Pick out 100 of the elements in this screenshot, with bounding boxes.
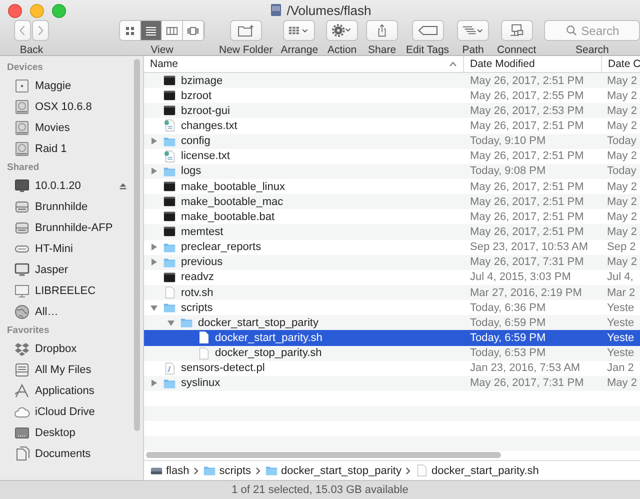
sidebar-item[interactable]: Brunnhilde-AFP	[0, 217, 143, 238]
file-row[interactable]: logs Today, 9:08 PM Today	[144, 164, 640, 179]
search-icon	[566, 25, 578, 36]
column-header[interactable]: Date C	[602, 56, 640, 72]
table-cell-text: May 2	[606, 150, 638, 162]
file-row[interactable]: make_bootable_mac May 26, 2017, 2:51 PM May 2	[144, 194, 640, 210]
file-row[interactable]: sensors-detect.pl Jan 23, 2016, 7:53 AM Jan 2	[144, 360, 640, 376]
file-row[interactable]: make_bootable.bat May 26, 2017, 2:51 PM May 2	[144, 209, 640, 224]
folder-icon	[265, 464, 278, 477]
sort-caret-icon	[449, 61, 457, 67]
triangle-down-icon[interactable]	[167, 318, 175, 327]
arrange-grid-icon	[288, 24, 310, 37]
view-mode-control[interactable]	[119, 20, 205, 41]
path-item[interactable]: scripts	[203, 464, 252, 477]
share-button[interactable]	[366, 20, 398, 41]
file-row[interactable]: bzroot May 26, 2017, 2:55 PM May 2	[144, 88, 640, 104]
back-button[interactable]	[14, 20, 31, 41]
scrollbar[interactable]	[146, 452, 501, 458]
triangle-right-icon[interactable]	[150, 258, 158, 266]
sidebar-section-title: Devices	[6, 61, 44, 75]
file-row[interactable]: docker_start_stop_parity Today, 6:59 PM Yeste	[144, 315, 640, 330]
column-header[interactable]: Name	[144, 56, 464, 72]
scrollbar[interactable]	[134, 59, 140, 431]
sidebar-item[interactable]: Dropbox	[0, 338, 143, 359]
arrange-button[interactable]	[283, 20, 316, 41]
document-icon	[163, 286, 176, 300]
action-button[interactable]	[326, 20, 358, 41]
status-text: 1 of 21 selected, 15.03 GB available	[232, 484, 408, 496]
file-name: rotv.sh	[181, 286, 214, 299]
file-row[interactable]: rotv.sh Mar 27, 2016, 2:19 PM Mar 2	[144, 284, 640, 300]
sidebar-item[interactable]: All My Files	[0, 359, 143, 380]
table-cell-text: Today	[606, 135, 638, 148]
applications-icon	[14, 382, 30, 398]
table-cell-text: May 2	[606, 226, 638, 238]
triangle-down-icon[interactable]	[150, 304, 158, 312]
file-name: memtest	[181, 226, 224, 238]
display-icon	[14, 282, 30, 298]
view-mode-button[interactable]	[141, 21, 162, 40]
column-header[interactable]: Date Modified	[464, 56, 602, 72]
file-row[interactable]: changes.txt May 26, 2017, 2:51 PM May 2	[144, 118, 640, 134]
file-row[interactable]: memtest May 26, 2017, 2:51 PM May 2	[144, 224, 640, 240]
sidebar-item[interactable]: Applications	[0, 380, 143, 401]
file-row[interactable]: scripts Today, 6:36 PM Yeste	[144, 300, 640, 316]
sidebar-item[interactable]: Documents	[0, 443, 143, 464]
sidebar-item[interactable]: iCloud Drive	[0, 401, 143, 422]
file-row[interactable]: config Today, 9:10 PM Today	[144, 134, 640, 149]
sidebar-item[interactable]: 10.0.1.20	[0, 175, 143, 196]
sidebar-item[interactable]: Movies	[0, 117, 143, 138]
sidebar-item[interactable]: OSX 10.6.8	[0, 96, 143, 117]
file-row[interactable]: syslinux May 26, 2017, 7:31 PM May 2	[144, 376, 640, 391]
file-row[interactable]: make_bootable_linux May 26, 2017, 2:51 PM May 2	[144, 178, 640, 194]
cover-flow-icon	[187, 26, 199, 36]
search-field[interactable]: Search	[544, 20, 640, 41]
file-row[interactable]: license.txt May 26, 2017, 2:51 PM May 2	[144, 148, 640, 164]
file-name: previous	[181, 256, 223, 268]
file-row[interactable]: preclear_reports Sep 23, 2017, 10:53 AM Sep 2	[144, 240, 640, 255]
sidebar-item[interactable]: Brunnhilde	[0, 196, 143, 217]
view-mode-button[interactable]	[162, 21, 183, 40]
path-button[interactable]	[457, 20, 490, 41]
file-row[interactable]: bzimage May 26, 2017, 2:51 PM May 2	[144, 73, 640, 88]
sidebar-item[interactable]: Desktop	[0, 422, 143, 443]
file-row[interactable]: previous May 26, 2017, 7:31 PM May 2	[144, 254, 640, 270]
table-cell-text: Today	[606, 165, 638, 178]
table-cell-text: Sep 2	[606, 241, 637, 254]
triangle-right-icon[interactable]	[150, 137, 158, 146]
triangle-right-icon[interactable]	[150, 243, 158, 252]
table-cell-text: May 2	[606, 256, 638, 268]
new-folder-button[interactable]	[230, 20, 262, 41]
date-modified: Mar 27, 2016, 2:19 PM	[469, 286, 583, 299]
file-row[interactable]: readvz Jul 4, 2015, 3:03 PM Jul 4,	[144, 270, 640, 285]
file-row[interactable]: docker_stop_parity.sh Today, 6:53 PM Yeste	[144, 346, 640, 361]
table-cell-text: May 2	[606, 196, 638, 208]
connect-button[interactable]	[500, 20, 533, 41]
sidebar-item[interactable]: LIBREELEC	[0, 280, 143, 301]
path-item[interactable]: docker_start_stop_parity	[265, 464, 402, 477]
triangle-right-icon[interactable]	[150, 167, 158, 176]
toolbar-label: View	[150, 44, 174, 56]
file-row[interactable]: bzroot-gui May 26, 2017, 2:53 PM May 2	[144, 103, 640, 118]
file-name: license.txt	[181, 150, 230, 162]
minimize-button[interactable]	[30, 4, 44, 18]
close-button[interactable]	[8, 4, 22, 18]
path-item[interactable]: flash	[150, 464, 190, 477]
zoom-button[interactable]	[52, 4, 66, 18]
edit-tags-button[interactable]	[412, 20, 444, 41]
file-row[interactable]: docker_start_parity.sh Today, 6:59 PM Yeste	[144, 330, 640, 346]
triangle-right-icon[interactable]	[150, 379, 158, 388]
date-modified: May 26, 2017, 2:51 PM	[469, 226, 585, 238]
sidebar-item[interactable]: Raid 1	[0, 138, 143, 159]
view-mode-button[interactable]	[183, 21, 204, 40]
sidebar-item[interactable]: Jasper	[0, 259, 143, 280]
sidebar-item[interactable]: Maggie	[0, 75, 143, 96]
folder-icon	[203, 464, 216, 477]
path-item[interactable]: docker_start_parity.sh	[415, 464, 539, 477]
forward-button[interactable]	[32, 20, 49, 41]
date-modified: Today, 9:08 PM	[469, 165, 547, 178]
view-mode-button[interactable]	[120, 21, 141, 40]
sidebar-item[interactable]: All…	[0, 301, 143, 322]
sidebar-item[interactable]: HT-Mini	[0, 238, 143, 259]
date-modified: Jul 4, 2015, 3:03 PM	[469, 271, 572, 284]
eject-icon[interactable]	[119, 182, 127, 190]
